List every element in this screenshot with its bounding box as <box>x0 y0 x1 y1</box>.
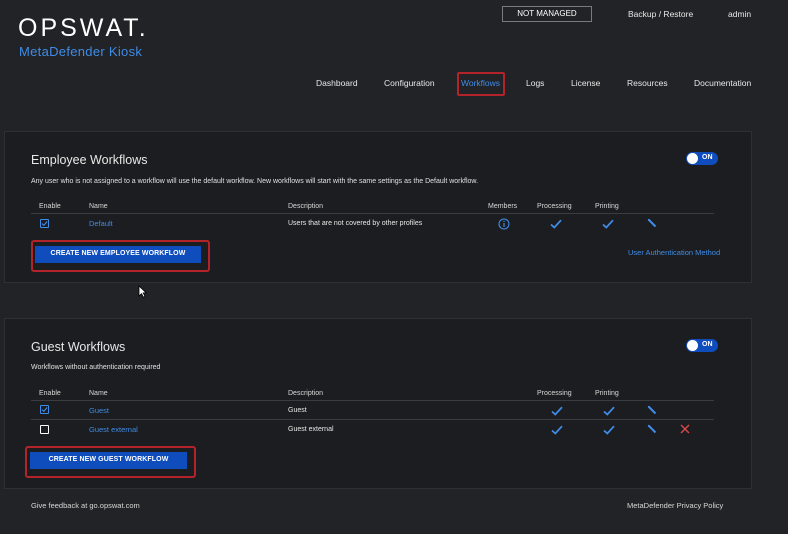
nav-logs[interactable]: Logs <box>526 78 544 88</box>
members-info-icon[interactable] <box>498 218 510 230</box>
nav-license[interactable]: License <box>571 78 600 88</box>
col-printing: Printing <box>595 203 619 210</box>
col-members: Members <box>488 203 518 210</box>
processing-check-icon <box>551 425 563 435</box>
user-menu[interactable]: admin <box>728 9 751 19</box>
printing-check-icon <box>602 219 614 229</box>
col-name: Name <box>89 203 108 210</box>
toggle-label: ON <box>702 154 713 161</box>
edit-pencil-icon[interactable] <box>647 405 657 415</box>
guest-workflows-title: Guest Workflows <box>31 340 126 354</box>
toggle-knob <box>687 340 698 351</box>
workflow-description: Users that are not covered by other prof… <box>288 220 423 227</box>
feedback-link[interactable]: Give feedback at go.opswat.com <box>31 501 140 510</box>
workflow-link-guest[interactable]: Guest <box>89 406 109 415</box>
col-name: Name <box>89 390 108 397</box>
edit-pencil-icon[interactable] <box>647 218 657 228</box>
enable-checkbox-guest[interactable] <box>40 405 49 414</box>
nav-dashboard[interactable]: Dashboard <box>316 78 358 88</box>
col-description: Description <box>288 203 324 210</box>
product-name: MetaDefender Kiosk <box>19 44 143 59</box>
privacy-policy-link[interactable]: MetaDefender Privacy Policy <box>627 501 723 510</box>
col-enable: Enable <box>39 390 61 397</box>
workflow-description: Guest <box>288 407 307 414</box>
nav-resources[interactable]: Resources <box>627 78 668 88</box>
col-enable: Enable <box>39 203 61 210</box>
status-badge: NOT MANAGED <box>502 6 592 22</box>
nav-documentation[interactable]: Documentation <box>694 78 751 88</box>
employee-workflows-toggle[interactable]: ON <box>686 152 718 165</box>
user-authentication-method-link[interactable]: User Authentication Method <box>628 248 720 257</box>
workflow-link-guest-external[interactable]: Guest external <box>89 425 138 434</box>
employee-workflows-title: Employee Workflows <box>31 153 148 167</box>
col-processing: Processing <box>537 390 572 397</box>
col-processing: Processing <box>537 203 572 210</box>
table-divider <box>31 213 714 214</box>
edit-pencil-icon[interactable] <box>647 424 657 434</box>
nav-workflows[interactable]: Workflows <box>461 78 500 88</box>
guest-workflows-toggle[interactable]: ON <box>686 339 718 352</box>
printing-check-icon <box>603 406 615 416</box>
printing-check-icon <box>603 425 615 435</box>
processing-check-icon <box>550 219 562 229</box>
col-description: Description <box>288 390 324 397</box>
create-employee-workflow-button[interactable]: CREATE NEW EMPLOYEE WORKFLOW <box>35 246 201 263</box>
employee-workflows-description: Any user who is not assigned to a workfl… <box>31 178 479 185</box>
toggle-label: ON <box>702 341 713 348</box>
delete-icon[interactable] <box>680 424 690 434</box>
backup-restore-link[interactable]: Backup / Restore <box>628 9 693 19</box>
row-divider <box>31 419 714 420</box>
create-guest-workflow-button[interactable]: CREATE NEW GUEST WORKFLOW <box>30 452 187 469</box>
mouse-cursor-icon <box>138 285 147 298</box>
col-printing: Printing <box>595 390 619 397</box>
table-divider <box>31 400 714 401</box>
toggle-knob <box>687 153 698 164</box>
guest-workflows-description: Workflows without authentication require… <box>31 364 161 371</box>
enable-checkbox-guest-external[interactable] <box>40 425 49 434</box>
workflow-link-default[interactable]: Default <box>89 219 113 228</box>
workflow-description: Guest external <box>288 426 334 433</box>
brand-logo: OPSWAT. <box>18 14 149 42</box>
enable-checkbox-default[interactable] <box>40 219 49 228</box>
processing-check-icon <box>551 406 563 416</box>
nav-configuration[interactable]: Configuration <box>384 78 435 88</box>
